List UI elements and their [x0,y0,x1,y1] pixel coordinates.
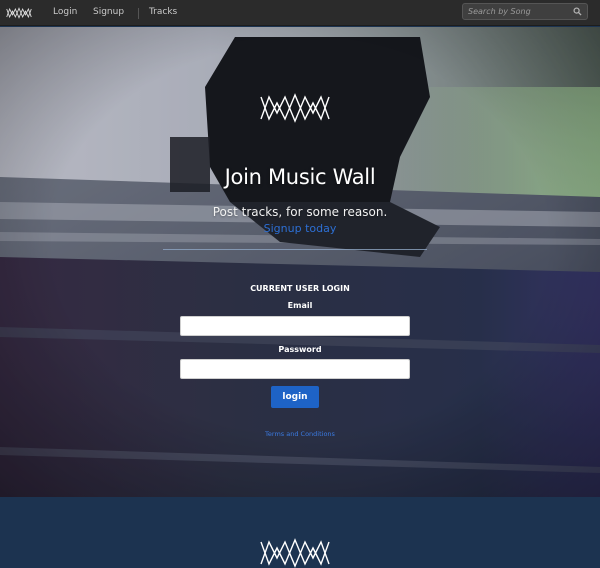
hero-divider [163,249,427,250]
search-icon[interactable] [573,7,582,16]
password-label: Password [278,345,322,354]
email-label: Email [287,301,313,310]
logo-icon[interactable] [6,6,32,20]
nav-login-link[interactable]: Login [53,0,77,26]
hero-logo-icon [260,93,330,123]
password-field[interactable] [180,359,410,379]
signup-today-link[interactable]: Signup today [0,222,600,235]
terms-and-conditions-link[interactable]: Terms and Conditions [0,430,600,438]
footer-logo-icon [260,538,330,568]
nav-divider [138,8,139,19]
top-navbar: Login Signup Tracks [0,0,600,26]
search-box[interactable] [462,3,588,20]
login-heading: CURRENT USER LOGIN [250,284,350,293]
hero-section: Join Music Wall Post tracks, for some re… [0,27,600,497]
search-input[interactable] [468,5,568,18]
footer [0,497,600,568]
nav-signup-link[interactable]: Signup [93,0,124,26]
email-field[interactable] [180,316,410,336]
hero-title: Join Music Wall [224,165,376,189]
nav-tracks-link[interactable]: Tracks [149,0,177,26]
hero-subtitle: Post tracks, for some reason. [212,205,388,219]
login-button[interactable]: login [271,386,319,408]
